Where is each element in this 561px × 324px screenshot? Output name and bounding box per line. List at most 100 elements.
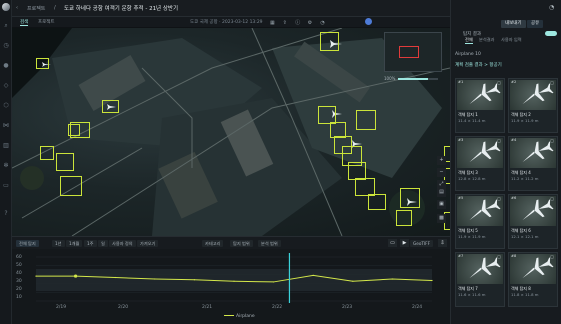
detection-box[interactable] (102, 100, 119, 113)
result-size: 12.1 × 12.1 m (511, 234, 539, 239)
tab-search[interactable]: 검색 (20, 19, 29, 26)
data-point[interactable] (391, 278, 393, 280)
data-point[interactable] (273, 281, 275, 283)
share-button[interactable]: 공유 (527, 20, 544, 28)
lock-icon[interactable]: ▢ (497, 196, 501, 201)
gear-icon[interactable]: ✻ (2, 162, 10, 170)
lock-icon[interactable]: ▢ (497, 138, 501, 143)
camera-icon[interactable]: ▣ (437, 200, 446, 209)
lock-icon[interactable]: ▢ (497, 80, 501, 85)
zoom-in-icon[interactable]: + (437, 156, 446, 165)
folder-icon[interactable]: ▭ (2, 182, 10, 190)
detection-box[interactable] (320, 32, 339, 51)
result-thumbnail (457, 138, 503, 168)
satellite-map[interactable]: 100% + − ⤢ ▤ ▣ ▩ (12, 28, 450, 236)
airplane-icon (469, 199, 501, 221)
detection-count-chart[interactable] (12, 237, 450, 324)
opacity-slider[interactable] (398, 78, 438, 80)
result-card[interactable]: #4 ▢ 객체 탐지 4 11.2 × 11.2 m (508, 136, 558, 191)
search-icon[interactable]: ⌕ (2, 22, 10, 30)
result-thumbnail (457, 254, 503, 284)
result-card[interactable]: #8 ▢ 객체 탐지 8 11.8 × 11.8 m (508, 252, 558, 307)
result-size: 12.8 × 12.8 m (458, 176, 486, 181)
result-index: #4 (511, 138, 517, 142)
result-index: #5 (458, 196, 464, 200)
pin-icon[interactable]: ● (2, 62, 10, 70)
result-card[interactable]: #1 ▢ 객체 탐지 1 11.4 × 11.4 m (455, 78, 505, 133)
tab-project[interactable]: 프로젝트 (38, 19, 55, 25)
detection-box[interactable] (60, 176, 82, 196)
x-tick: 2/22 (272, 305, 283, 310)
data-point[interactable] (114, 276, 116, 279)
result-thumbnail (510, 80, 556, 110)
save-icon[interactable]: ▩ (437, 214, 446, 223)
data-point[interactable] (352, 280, 354, 282)
result-size: 11.4 × 11.4 m (458, 118, 486, 123)
legend-label: Airplane (236, 314, 255, 319)
lock-icon[interactable]: ▢ (497, 254, 501, 259)
result-card[interactable]: #5 ▢ 객체 탐지 5 11.9 × 11.9 m (455, 194, 505, 249)
lock-icon[interactable]: ▢ (550, 138, 554, 143)
detection-box[interactable] (356, 110, 376, 130)
class-row-label: 계획 검출 결과 > 항공기 (455, 63, 502, 68)
app-logo[interactable] (2, 3, 10, 11)
lock-icon[interactable]: ▢ (550, 80, 554, 85)
info-icon[interactable]: ⓘ (295, 19, 301, 26)
back-icon[interactable]: ‹ (16, 5, 18, 11)
detection-box[interactable] (368, 194, 386, 210)
data-point[interactable] (74, 274, 78, 278)
minimap[interactable] (384, 32, 442, 72)
export-button[interactable]: 내보내기 (501, 20, 526, 28)
minimap-viewport[interactable] (399, 46, 419, 58)
share-icon[interactable]: ⇪ (283, 20, 289, 26)
zoom-out-icon[interactable]: − (437, 168, 446, 177)
detection-box[interactable] (70, 122, 90, 138)
result-card[interactable]: #2 ▢ 객체 탐지 2 11.9 × 11.9 m (508, 78, 558, 133)
result-card[interactable]: #7 ▢ 객체 탐지 7 11.6 × 11.6 m (455, 252, 505, 307)
data-point[interactable] (193, 279, 195, 281)
bell-icon[interactable]: ◔ (320, 20, 326, 26)
lock-icon[interactable]: ▢ (550, 196, 554, 201)
data-point[interactable] (35, 275, 37, 277)
result-size: 11.6 × 11.6 m (458, 292, 486, 297)
capture-meta: 도쿄 국제 공항 · 2023-03-12 13:29 (190, 20, 263, 25)
x-tick: 2/23 (342, 305, 353, 310)
project-row[interactable]: Airplane 10 (455, 50, 559, 59)
detection-box[interactable] (40, 146, 54, 160)
settings-icon[interactable]: ⚙ (308, 20, 314, 26)
calendar-icon[interactable]: ▦ (270, 20, 276, 26)
layers-icon[interactable]: ◇ (2, 82, 10, 90)
history-icon[interactable]: ◷ (2, 42, 10, 50)
segment-analysis[interactable]: 분석결과 (479, 37, 494, 43)
data-point[interactable] (233, 280, 235, 282)
layers-icon[interactable]: ▤ (437, 188, 446, 197)
chart-icon[interactable]: ▥ (2, 142, 10, 150)
help-icon[interactable]: ? (2, 210, 10, 218)
segment-user-input[interactable]: 사용자 입력 (501, 37, 522, 43)
detection-box[interactable] (36, 58, 49, 69)
result-thumbnail (457, 80, 503, 110)
lock-icon[interactable]: ▢ (550, 254, 554, 259)
avatar[interactable] (365, 18, 372, 25)
segment-all[interactable]: 전체 (465, 37, 473, 44)
breadcrumb-projects[interactable]: 프로젝트 (27, 5, 45, 12)
class-row[interactable]: 계획 검출 결과 > 항공기 (455, 61, 559, 70)
bell-icon[interactable]: ◔ (549, 4, 554, 11)
data-point[interactable] (154, 278, 156, 280)
network-icon[interactable]: ⋈ (2, 122, 10, 130)
result-card[interactable]: #3 ▢ 객체 탐지 3 12.8 × 12.8 m (455, 136, 505, 191)
opacity-fill (398, 78, 428, 80)
detection-box[interactable] (400, 188, 420, 208)
result-size: 11.2 × 11.2 m (511, 176, 539, 181)
data-point[interactable] (431, 279, 433, 282)
detection-box[interactable] (56, 153, 74, 171)
result-card[interactable]: #6 ▢ 객체 탐지 6 12.1 × 12.1 m (508, 194, 558, 249)
data-point[interactable] (312, 274, 314, 276)
breadcrumb-separator: / (54, 5, 56, 11)
shield-icon[interactable]: ⬡ (2, 102, 10, 110)
result-size: 11.9 × 11.9 m (458, 234, 486, 239)
detection-box[interactable] (396, 210, 412, 226)
result-size: 11.8 × 11.8 m (511, 292, 539, 297)
results-toggle[interactable] (545, 31, 557, 36)
header-tools: ▦ ⇪ ⓘ ⚙ ◔ (270, 19, 331, 26)
